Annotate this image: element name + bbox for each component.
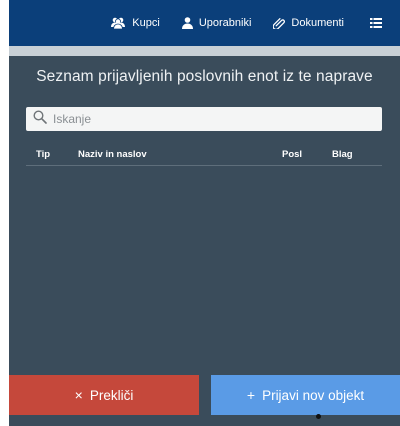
dialog-title: Seznam prijavljenih poslovnih enot iz te…	[36, 68, 373, 85]
column-header-blag[interactable]: Blag	[332, 149, 353, 160]
nav-item-kupci[interactable]: Kupci	[110, 17, 160, 29]
column-header-naziv[interactable]: Naziv in naslov	[78, 149, 147, 160]
nav-item-label: Dokumenti	[291, 17, 344, 29]
cancel-button[interactable]: × Prekliči	[9, 375, 199, 415]
search-box[interactable]	[26, 107, 382, 131]
users-icon	[110, 17, 126, 29]
list-menu-icon[interactable]	[370, 18, 382, 28]
register-button-label: Prijavi nov objekt	[262, 387, 365, 403]
top-navigation-bar: Kupci Uporabniki Dokumenti	[9, 0, 400, 46]
search-input[interactable]	[53, 112, 373, 126]
column-header-posl[interactable]: Posl	[282, 149, 302, 160]
cancel-button-label: Prekliči	[89, 387, 134, 403]
documents-icon	[273, 17, 286, 29]
nav-item-uporabniki[interactable]: Uporabniki	[181, 17, 252, 29]
nav-item-label: Kupci	[132, 17, 160, 29]
user-icon	[181, 17, 193, 29]
column-header-tip[interactable]: Tip	[36, 149, 50, 160]
business-units-dialog: Seznam prijavljenih poslovnih enot iz te…	[9, 56, 400, 426]
header-divider-strip	[9, 46, 400, 56]
table-header: Tip Naziv in naslov Posl Blag	[26, 142, 382, 166]
nav-item-dokumenti[interactable]: Dokumenti	[273, 17, 344, 29]
close-icon: ×	[74, 387, 83, 403]
nav-item-label: Uporabniki	[198, 17, 252, 29]
search-icon	[33, 109, 47, 129]
cursor-dot	[316, 414, 321, 419]
register-new-object-button[interactable]: + Prijavi nov objekt	[211, 375, 400, 415]
plus-icon: +	[246, 387, 256, 403]
